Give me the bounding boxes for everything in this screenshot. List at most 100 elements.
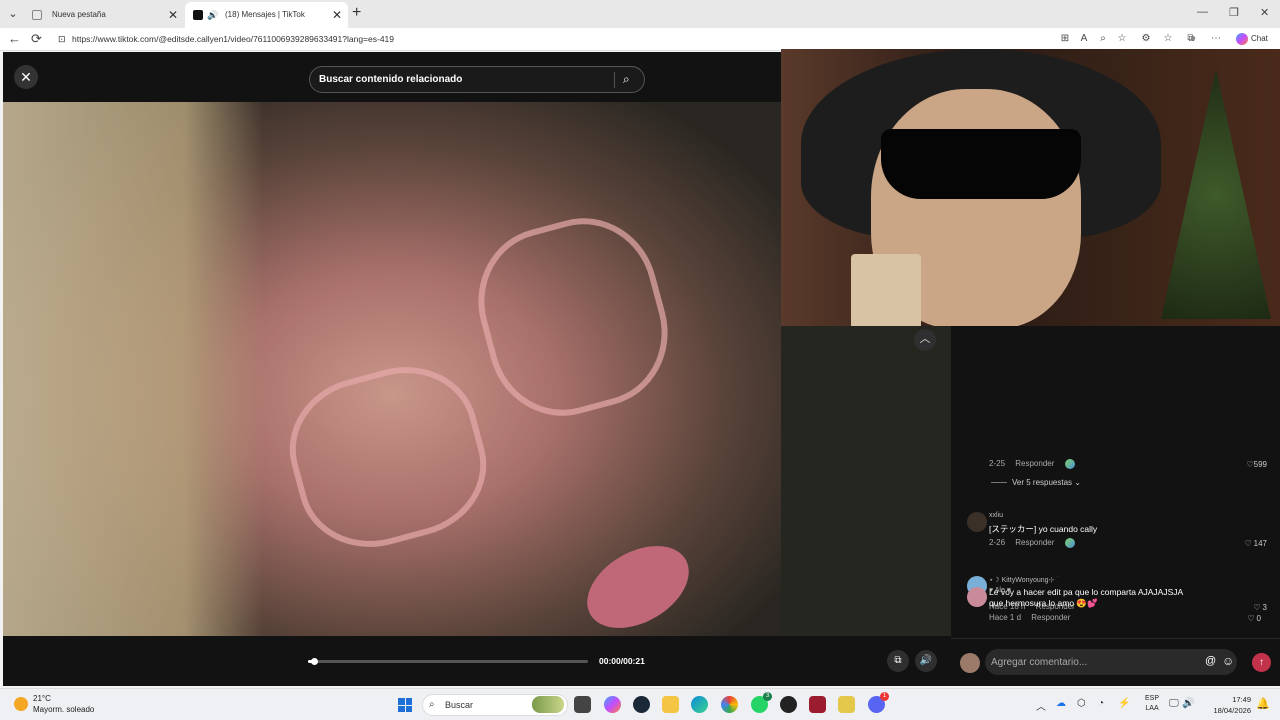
tab-tiktok[interactable]: 🔊 (18) Mensajes | TikTok ✕ <box>185 2 348 28</box>
start-button[interactable] <box>398 698 412 712</box>
comment-meta: 2-25 Responder <box>989 459 1075 469</box>
search-highlight-icon[interactable] <box>532 696 564 713</box>
comment-date: Hace 1 d <box>989 613 1022 622</box>
settings-more-icon[interactable]: ⋯ <box>1209 32 1223 46</box>
volume-icon[interactable]: 🔊 <box>915 650 937 672</box>
game-app-icon[interactable] <box>809 696 826 713</box>
like-count: 147 <box>1253 539 1267 548</box>
like-button[interactable]: ♡ 3 <box>1253 603 1267 612</box>
edge-icon[interactable] <box>691 696 708 713</box>
roblox-icon[interactable] <box>780 696 797 713</box>
reply-button[interactable]: Responder <box>1031 613 1070 622</box>
keyboard-layout: LAA <box>1145 705 1159 712</box>
task-view-icon[interactable] <box>574 696 591 713</box>
site-info-icon[interactable]: ⊡ <box>58 31 66 48</box>
whatsapp-icon[interactable]: 3 <box>751 692 772 713</box>
display-icon[interactable]: 🖵 <box>1169 698 1179 709</box>
mention-icon[interactable]: @ <box>1205 655 1216 667</box>
onedrive-icon[interactable]: ☁ <box>1056 698 1066 709</box>
comment-username[interactable]: xxliu <box>989 512 1003 519</box>
chevron-down-icon: ⌄ <box>1074 478 1081 487</box>
close-video-button[interactable]: ✕ <box>14 65 38 89</box>
new-tab-favicon-icon <box>32 10 42 20</box>
chrome-icon[interactable] <box>721 696 738 713</box>
clock-time: 17:49 <box>1232 695 1251 704</box>
see-replies-button[interactable]: Ver 5 respuestas ⌄ <box>991 478 1081 487</box>
new-tab-button[interactable]: + <box>352 4 361 22</box>
reply-button[interactable]: Responder <box>1015 538 1054 547</box>
avatar[interactable] <box>967 587 987 607</box>
related-search-placeholder: Buscar contenido relacionado <box>319 74 463 85</box>
url-text: https://www.tiktok.com/@editsde.callyen1… <box>72 34 395 44</box>
minecraft-icon[interactable] <box>838 696 855 713</box>
speaker-icon[interactable]: 🔊 <box>1182 698 1194 709</box>
reply-button[interactable]: Responder <box>1015 459 1054 468</box>
heart-icon: ♡ <box>1247 614 1255 623</box>
discord-icon[interactable]: 1 <box>868 692 889 713</box>
heart-icon: ♡ <box>1244 539 1252 548</box>
power-icon[interactable]: ⚡ <box>1118 698 1130 709</box>
like-button[interactable]: ♡ 147 <box>1244 539 1267 548</box>
read-aloud-icon[interactable]: A <box>1077 32 1091 46</box>
search-icon: ⌕ <box>429 699 435 710</box>
main-video[interactable] <box>3 102 781 686</box>
tab-audio-icon[interactable]: 🔊 <box>207 2 218 28</box>
like-count: 0 <box>1256 614 1261 623</box>
system-clock[interactable]: 17:49 18/04/2026 <box>1203 694 1251 716</box>
favorites-bar-icon[interactable]: ☆ <box>1161 32 1175 46</box>
send-comment-button[interactable]: ↑ <box>1252 653 1271 672</box>
progress-handle[interactable] <box>310 658 318 665</box>
close-tab-icon[interactable]: ✕ <box>332 2 342 28</box>
network-status-icon[interactable]: ◔ <box>1098 698 1104 709</box>
close-tab-icon[interactable]: ✕ <box>168 2 178 28</box>
like-button[interactable]: ♡ 0 <box>1247 614 1261 623</box>
my-avatar[interactable] <box>960 653 980 673</box>
tab-label: (18) Mensajes | TikTok <box>225 10 305 19</box>
show-hidden-icons-icon[interactable]: ︿ <box>1036 698 1046 713</box>
tiktok-favicon-icon <box>193 10 203 20</box>
steam-icon[interactable] <box>633 696 650 713</box>
comment-username[interactable]: ♥ Ale ♥ <box>989 587 1011 594</box>
see-replies-label: Ver 5 respuestas <box>1012 478 1073 487</box>
reload-button[interactable]: ⟳ <box>31 31 42 47</box>
related-search-input[interactable]: Buscar contenido relacionado ⌕ <box>309 66 645 93</box>
favorite-icon[interactable]: ☆ <box>1115 32 1129 46</box>
input-language[interactable]: ESP LAA <box>1145 694 1159 714</box>
minimize-button[interactable]: — <box>1197 6 1208 18</box>
comment-input[interactable] <box>985 649 1237 675</box>
copilot-taskbar-icon[interactable] <box>604 696 621 713</box>
sun-icon[interactable] <box>14 697 28 711</box>
collapse-up-icon[interactable]: ︿ <box>914 329 936 351</box>
comment-text: [ステッカー] yo cuando cally <box>989 524 1098 534</box>
weather-temp[interactable]: 21°C <box>33 694 51 703</box>
weather-description[interactable]: Mayorm. soleado <box>33 705 94 714</box>
emoji-icon[interactable]: ☺ <box>1222 654 1234 668</box>
pip-icon[interactable]: ⧉ <box>887 650 909 672</box>
comment-username[interactable]: ⋆☽ KittyWonyoung⊹ ࣪ <box>989 576 1056 585</box>
language-code: ESP <box>1145 695 1160 702</box>
reactor-avatar <box>1064 459 1075 469</box>
comment-date: 2-26 <box>989 538 1006 548</box>
progress-bar[interactable] <box>308 658 588 665</box>
file-explorer-icon[interactable] <box>662 696 679 713</box>
avatar[interactable] <box>967 512 987 532</box>
back-button[interactable]: ← <box>8 31 21 46</box>
notifications-bell-icon[interactable]: 🔔 <box>1256 697 1270 710</box>
security-icon[interactable]: ⬡ <box>1077 698 1086 709</box>
tiktok-video-viewer: ✕ Buscar contenido relacionado ⌕ ︿ 00:00… <box>3 49 1280 686</box>
address-bar[interactable]: ⊡ https://www.tiktok.com/@editsde.callye… <box>54 31 1034 48</box>
comment-meta: 2-26 Responder <box>989 538 1075 548</box>
extensions-icon[interactable]: ⚙ <box>1139 32 1153 46</box>
comment-text: Le voy a hacer edit pa que lo comparta A… <box>989 587 1184 597</box>
like-button[interactable]: ♡599 <box>1246 460 1267 469</box>
search-icon[interactable]: ⌕ <box>623 67 630 92</box>
copilot-chat-button[interactable]: Chat <box>1236 32 1268 46</box>
restore-button[interactable]: ❐ <box>1229 6 1239 19</box>
profile-avatar-icon[interactable]: ● <box>1186 32 1200 46</box>
picture-in-picture-overlay[interactable] <box>781 49 1280 326</box>
split-screen-icon[interactable]: ⊞ <box>1058 32 1072 46</box>
tab-new-tab[interactable]: Nueva pestaña ✕ <box>24 2 184 28</box>
tab-actions-menu-icon[interactable]: ⌄ <box>4 5 22 23</box>
close-window-button[interactable]: ✕ <box>1260 6 1269 19</box>
zoom-icon[interactable]: ⌕ <box>1096 32 1110 46</box>
